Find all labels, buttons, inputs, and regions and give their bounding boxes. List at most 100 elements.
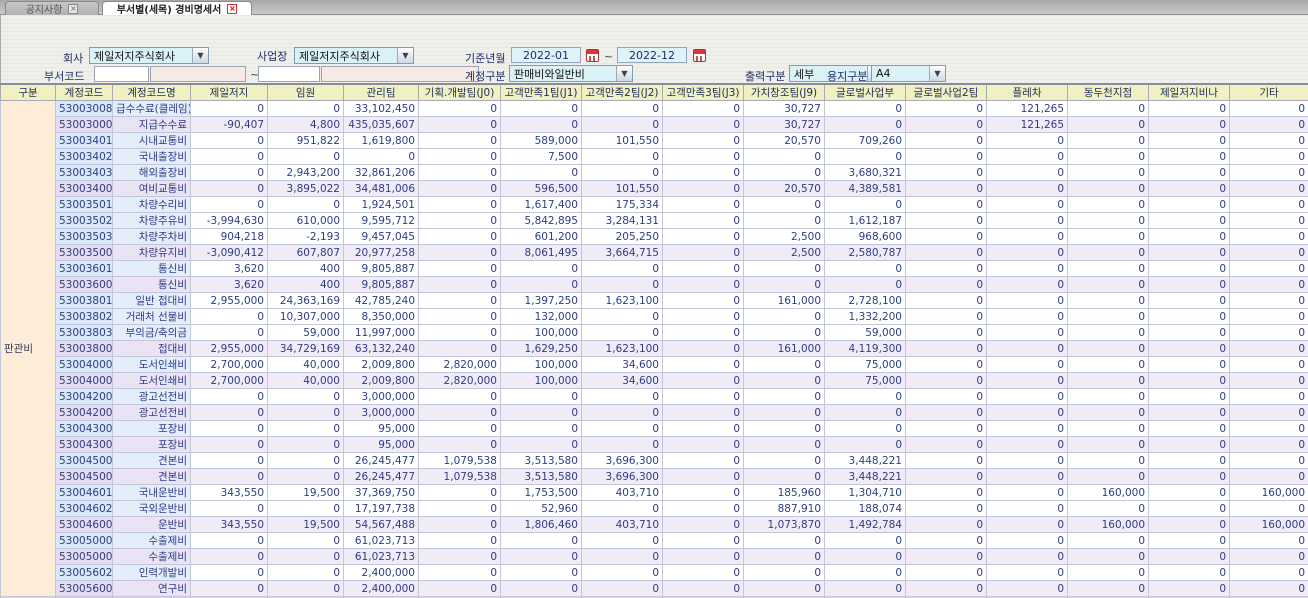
amount-cell[interactable]: 0 — [418, 516, 501, 533]
amount-cell[interactable]: 0 — [905, 484, 987, 501]
amount-cell[interactable]: 610,000 — [267, 212, 344, 229]
amount-cell[interactable]: 0 — [905, 148, 987, 165]
amount-cell[interactable]: 2,700,000 — [190, 372, 268, 389]
amount-cell[interactable]: 0 — [824, 420, 906, 437]
amount-cell[interactable]: 175,334 — [581, 196, 663, 213]
amount-cell[interactable]: 40,000 — [267, 372, 344, 389]
amount-cell[interactable]: 0 — [662, 532, 744, 549]
site-select[interactable]: 제일저지주식회사 ▼ — [294, 47, 414, 64]
amount-cell[interactable]: 0 — [905, 548, 987, 565]
amount-cell[interactable]: 0 — [190, 500, 268, 517]
amount-cell[interactable]: 3,696,300 — [581, 452, 663, 469]
amount-cell[interactable]: 1,332,200 — [824, 308, 906, 325]
amount-cell[interactable]: 0 — [986, 388, 1068, 405]
amount-cell[interactable]: 0 — [500, 580, 582, 597]
amount-cell[interactable]: 601,200 — [500, 228, 582, 245]
amount-cell[interactable]: 0 — [986, 324, 1068, 341]
amount-cell[interactable]: 0 — [343, 148, 419, 165]
amount-cell[interactable]: 160,000 — [1067, 484, 1149, 501]
amount-cell[interactable]: 0 — [662, 404, 744, 421]
amount-cell[interactable]: 37,369,750 — [343, 484, 419, 501]
amount-cell[interactable]: 188,074 — [824, 500, 906, 517]
amount-cell[interactable]: 9,805,887 — [343, 260, 419, 277]
amount-cell[interactable]: 0 — [743, 436, 825, 453]
amount-cell[interactable]: 0 — [824, 548, 906, 565]
chevron-down-icon[interactable]: ▼ — [616, 66, 632, 81]
amount-cell[interactable]: 26,245,477 — [343, 452, 419, 469]
amount-cell[interactable]: 3,448,221 — [824, 452, 906, 469]
amount-cell[interactable]: 0 — [986, 404, 1068, 421]
amount-cell[interactable]: 403,710 — [581, 484, 663, 501]
account-code-cell[interactable]: 53003501 — [55, 196, 113, 213]
amount-cell[interactable]: 1,397,250 — [500, 292, 582, 309]
amount-cell[interactable]: 75,000 — [824, 356, 906, 373]
account-code-cell[interactable]: 53004600 — [55, 516, 113, 533]
amount-cell[interactable]: 0 — [1229, 212, 1308, 229]
amount-cell[interactable]: 0 — [1067, 308, 1149, 325]
amount-cell[interactable]: 1,806,460 — [500, 516, 582, 533]
amount-cell[interactable]: 0 — [1067, 228, 1149, 245]
amount-cell[interactable]: 0 — [824, 532, 906, 549]
amount-cell[interactable]: 435,035,607 — [343, 116, 419, 133]
amount-cell[interactable]: 160,000 — [1229, 516, 1308, 533]
amount-cell[interactable]: 0 — [190, 388, 268, 405]
amount-cell[interactable]: 0 — [418, 580, 501, 597]
amount-cell[interactable]: 20,977,258 — [343, 244, 419, 261]
dept-code-to-name-input[interactable] — [321, 66, 479, 82]
amount-cell[interactable]: 0 — [1148, 308, 1230, 325]
amount-cell[interactable]: 0 — [1067, 420, 1149, 437]
amount-cell[interactable]: 0 — [743, 308, 825, 325]
amount-cell[interactable]: 0 — [267, 452, 344, 469]
amount-cell[interactable]: 75,000 — [824, 372, 906, 389]
amount-cell[interactable]: 0 — [190, 132, 268, 149]
amount-cell[interactable]: 0 — [905, 404, 987, 421]
amount-cell[interactable]: 0 — [905, 292, 987, 309]
amount-cell[interactable]: 3,284,131 — [581, 212, 663, 229]
amount-cell[interactable]: 0 — [662, 468, 744, 485]
amount-cell[interactable]: 11,997,000 — [343, 324, 419, 341]
amount-cell[interactable]: 0 — [190, 436, 268, 453]
amount-cell[interactable]: 0 — [500, 260, 582, 277]
amount-cell[interactable]: 0 — [662, 420, 744, 437]
amount-cell[interactable]: 0 — [1229, 404, 1308, 421]
account-code-cell[interactable]: 53004000 — [55, 372, 113, 389]
amount-cell[interactable]: 0 — [1067, 500, 1149, 517]
amount-cell[interactable]: 0 — [190, 148, 268, 165]
amount-cell[interactable]: 2,955,000 — [190, 340, 268, 357]
amount-cell[interactable]: 0 — [581, 324, 663, 341]
amount-cell[interactable]: 0 — [986, 420, 1068, 437]
amount-cell[interactable]: 0 — [662, 548, 744, 565]
amount-cell[interactable]: 0 — [986, 340, 1068, 357]
amount-cell[interactable]: 132,000 — [500, 308, 582, 325]
account-code-cell[interactable]: 53003000 — [55, 116, 113, 133]
amount-cell[interactable]: 0 — [418, 116, 501, 133]
tab-notice[interactable]: 공지사항 × — [5, 1, 99, 16]
amount-cell[interactable]: 1,073,870 — [743, 516, 825, 533]
amount-cell[interactable]: 0 — [1148, 260, 1230, 277]
amount-cell[interactable]: 0 — [662, 116, 744, 133]
amount-cell[interactable]: 0 — [581, 500, 663, 517]
amount-cell[interactable]: 0 — [905, 180, 987, 197]
amount-cell[interactable]: 95,000 — [343, 436, 419, 453]
account-code-cell[interactable]: 53003503 — [55, 228, 113, 245]
amount-cell[interactable]: 61,023,713 — [343, 548, 419, 565]
amount-cell[interactable]: 0 — [824, 100, 906, 117]
account-code-cell[interactable]: 53004601 — [55, 484, 113, 501]
amount-cell[interactable]: 3,000,000 — [343, 388, 419, 405]
amount-cell[interactable]: 0 — [824, 404, 906, 421]
amount-cell[interactable]: 0 — [824, 276, 906, 293]
amount-cell[interactable]: 0 — [418, 308, 501, 325]
amount-cell[interactable]: 0 — [1229, 372, 1308, 389]
amount-cell[interactable]: 54,567,488 — [343, 516, 419, 533]
amount-cell[interactable]: 0 — [743, 260, 825, 277]
amount-cell[interactable]: 0 — [986, 484, 1068, 501]
amount-cell[interactable]: 0 — [986, 276, 1068, 293]
amount-cell[interactable]: 24,363,169 — [267, 292, 344, 309]
amount-cell[interactable]: 3,448,221 — [824, 468, 906, 485]
amount-cell[interactable]: 0 — [1229, 276, 1308, 293]
account-code-cell[interactable]: 53004300 — [55, 420, 113, 437]
amount-cell[interactable]: 19,500 — [267, 516, 344, 533]
amount-cell[interactable]: 0 — [1229, 180, 1308, 197]
account-code-cell[interactable]: 53004200 — [55, 388, 113, 405]
amount-cell[interactable]: 0 — [662, 292, 744, 309]
